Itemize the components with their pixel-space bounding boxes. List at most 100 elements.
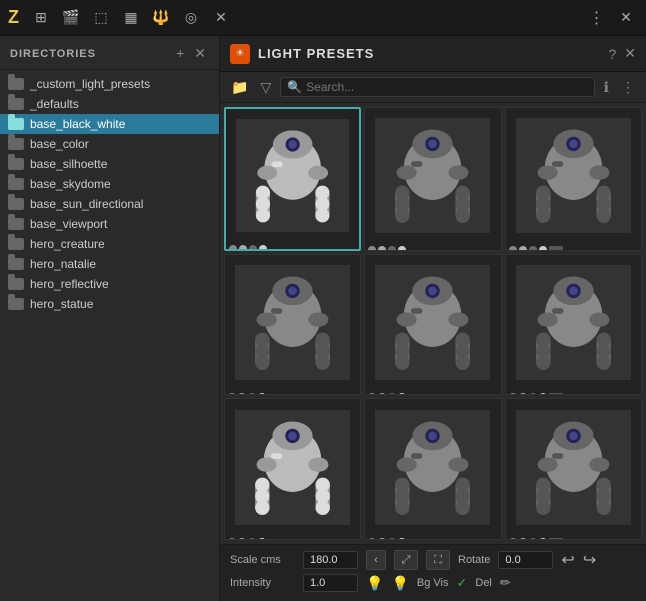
light-on-icon[interactable]: 💡 (391, 575, 408, 592)
preset-thumb-2[interactable]: pure_beautyDisks... (505, 107, 642, 251)
sidebar-item-hero-reflective[interactable]: hero_reflective (0, 274, 219, 294)
sidebar-add-icon[interactable]: + (173, 44, 187, 63)
top-toolbar: Z ⊞ 🎬 ⬚ ▦ 🔱 ◎ ✕ ⋮ ✕ (0, 0, 646, 36)
toolbar-render-icon[interactable]: ⬚ (89, 6, 113, 30)
sidebar-item-base-viewport[interactable]: base_viewport (0, 214, 219, 234)
folder-icon (8, 258, 24, 270)
preset-thumb-1[interactable]: pure_beautyDisks (364, 107, 501, 251)
directory-list: _custom_light_presets _defaults base_bla… (0, 70, 219, 601)
thumb-image (225, 399, 360, 534)
filter-icon[interactable]: ▽ (257, 78, 274, 97)
strip-dot (228, 393, 236, 395)
bg-vis-check-icon: ✓ (456, 575, 467, 591)
panel-title: LIGHT PRESETS (258, 46, 600, 61)
intensity-row: Intensity 💡 💡 Bg Vis ✓ Del ✏ (230, 574, 636, 592)
strip-dot (368, 538, 376, 540)
dir-label: base_silhoette (30, 157, 107, 171)
more-icon[interactable]: ⋮ (618, 78, 638, 97)
toolbar-material-icon[interactable]: ◎ (179, 6, 203, 30)
preset-thumb-8[interactable] (505, 398, 642, 540)
folder-icon (8, 278, 24, 290)
folder-browse-icon[interactable]: 📁 (228, 78, 251, 97)
toolbar-grid-icon[interactable]: ⊞ (29, 6, 53, 30)
preset-thumb-0[interactable]: assetDefault (224, 107, 361, 251)
preset-thumb-3[interactable]: pure_beautyKeyRi... (224, 254, 361, 396)
scale-fit-btn[interactable]: ⤢ (394, 550, 418, 570)
info-icon[interactable]: ℹ (601, 78, 612, 97)
scale-input[interactable] (303, 551, 358, 569)
del-label[interactable]: Del (475, 577, 492, 589)
strip-dot (539, 538, 547, 540)
toolbar-camera-icon[interactable]: 🎬 (59, 6, 83, 30)
panel-help-button[interactable]: ? (608, 46, 616, 62)
light-off-icon[interactable]: 💡 (366, 575, 383, 592)
preset-thumb-5[interactable]: pure_bigSoftFront (505, 254, 642, 396)
strip-dot (239, 245, 247, 250)
sidebar-item-hero-natalie[interactable]: hero_natalie (0, 254, 219, 274)
strip-dot (258, 393, 266, 395)
bottom-controls: Scale cms ‹ ⤢ ⛶ Rotate ↩ ↪ Intensity 💡 💡… (220, 544, 646, 601)
sidebar-item-base-black-white[interactable]: base_black_white (0, 114, 219, 134)
strip-dot (398, 393, 406, 395)
toolbar-close-icon[interactable]: ✕ (209, 6, 233, 30)
sidebar-item-base-color[interactable]: base_color (0, 134, 219, 154)
sidebar-item--custom-light-presets[interactable]: _custom_light_presets (0, 74, 219, 94)
preset-thumb-7[interactable] (364, 398, 501, 540)
edit-pencil-btn[interactable]: ✏ (500, 575, 511, 591)
strip-dot (519, 393, 527, 395)
preset-thumb-4[interactable]: pure_beautySoftB... (364, 254, 501, 396)
scale-row: Scale cms ‹ ⤢ ⛶ Rotate ↩ ↪ (230, 550, 636, 570)
thumb-image (365, 255, 500, 390)
thumb-image (225, 255, 360, 390)
toolbar-window-close-icon[interactable]: ✕ (614, 6, 638, 30)
dir-label: base_viewport (30, 217, 107, 231)
toolbar-more-icon[interactable]: ⋮ (584, 6, 608, 30)
panel-close-button[interactable]: ✕ (624, 45, 636, 62)
sidebar: DIRECTORIES + ✕ _custom_light_presets _d… (0, 36, 220, 601)
toolbar-light-icon[interactable]: 🔱 (149, 6, 173, 30)
strip-dot (539, 246, 547, 250)
rotate-undo-btn[interactable]: ↩ (561, 550, 574, 570)
scale-expand-btn[interactable]: ⛶ (426, 550, 450, 570)
strip-dot (529, 393, 537, 395)
sidebar-item--defaults[interactable]: _defaults (0, 94, 219, 114)
strip-dot (228, 538, 236, 540)
sidebar-close-icon[interactable]: ✕ (191, 44, 209, 63)
thumb-strip (506, 535, 641, 540)
preset-thumb-6[interactable] (224, 398, 361, 540)
intensity-input[interactable] (303, 574, 358, 592)
dir-label: base_sun_directional (30, 197, 143, 211)
panel-icon: ☀ (230, 44, 250, 64)
thumb-strip (225, 535, 360, 540)
sidebar-item-base-skydome[interactable]: base_skydome (0, 174, 219, 194)
sidebar-item-base-silhoette[interactable]: base_silhoette (0, 154, 219, 174)
toolbar-texture-icon[interactable]: ▦ (119, 6, 143, 30)
folder-icon (8, 218, 24, 230)
panel-header: ☀ LIGHT PRESETS ? ✕ (220, 36, 646, 72)
search-input[interactable] (306, 80, 588, 94)
strip-rect (549, 538, 563, 540)
strip-rect (549, 393, 563, 395)
scale-label: Scale cms (230, 554, 295, 566)
folder-icon (8, 298, 24, 310)
sidebar-item-hero-statue[interactable]: hero_statue (0, 294, 219, 314)
strip-dot (388, 538, 396, 540)
rotate-redo-btn[interactable]: ↪ (583, 550, 596, 570)
thumb-image (365, 108, 500, 243)
rotate-input[interactable] (498, 551, 553, 569)
sidebar-item-base-sun-directional[interactable]: base_sun_directional (0, 194, 219, 214)
sidebar-item-hero-creature[interactable]: hero_creature (0, 234, 219, 254)
sub-toolbar: 📁 ▽ 🔍 ℹ ⋮ (220, 72, 646, 103)
dir-label: base_skydome (30, 177, 111, 191)
strip-dot (378, 393, 386, 395)
strip-dot (249, 245, 257, 250)
scale-left-btn[interactable]: ‹ (366, 550, 386, 570)
strip-dot (378, 538, 386, 540)
dir-label: hero_natalie (30, 257, 96, 271)
strip-dot (229, 245, 237, 250)
strip-dot (258, 538, 266, 540)
folder-icon (8, 238, 24, 250)
thumb-strip (365, 243, 500, 250)
strip-dot (368, 246, 376, 250)
strip-dot (529, 538, 537, 540)
